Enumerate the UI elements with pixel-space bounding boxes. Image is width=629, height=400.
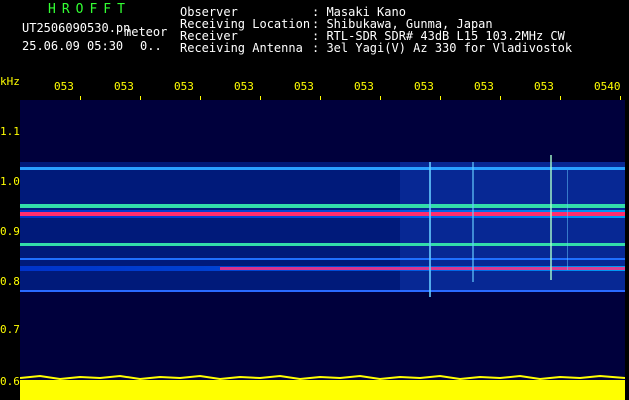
carrier-line-strong	[220, 267, 625, 270]
x-tick-label: 053	[414, 80, 434, 93]
meteor-streak	[550, 155, 552, 280]
x-tick-label: 053	[294, 80, 314, 93]
antenna-label: Receiving Antenna	[180, 41, 303, 55]
meteor-streak	[429, 162, 431, 297]
y-tick-label: 0.9	[0, 225, 20, 238]
filename-label: UT2506090530.pn	[22, 21, 131, 35]
x-tick-label: 053	[474, 80, 494, 93]
y-tick-label: 1.0	[0, 175, 20, 188]
antenna-value: : 3el Yagi(V) Az 330 for Vladivostok	[312, 41, 573, 55]
datetime-label: 25.06.09 05:30	[22, 39, 124, 53]
carrier-line	[20, 290, 625, 292]
spectrogram-canvas	[20, 155, 625, 400]
carrier-line-strong	[20, 212, 625, 216]
x-tick-label: 053	[174, 80, 194, 93]
meteor-streak	[472, 162, 474, 282]
y-tick-label: 0.8	[0, 275, 20, 288]
y-unit-label: kHz	[0, 75, 20, 88]
x-tick-label: 053	[234, 80, 254, 93]
y-tick-label: 1.1	[0, 125, 20, 138]
amplitude-trace	[20, 374, 625, 381]
noise-region-strong	[400, 162, 625, 292]
y-tick-label: 0.7	[0, 323, 20, 336]
y-tick-label: 0.6	[0, 375, 20, 388]
carrier-line	[20, 243, 625, 246]
x-tick-label: 053	[534, 80, 554, 93]
program-title: HROFFT	[48, 2, 131, 17]
carrier-line	[20, 204, 625, 208]
x-tick-label: 053	[114, 80, 134, 93]
count-label: 0..	[140, 39, 162, 53]
amplitude-bar	[20, 380, 625, 400]
carrier-line	[20, 167, 625, 170]
meteor-streak	[567, 170, 568, 270]
x-tick-label: 053	[54, 80, 74, 93]
carrier-line	[20, 258, 625, 260]
x-tick-label: 053	[354, 80, 374, 93]
spectrogram-plot	[20, 100, 625, 400]
spectrogram-window: HROFFT UT2506090530.pn meteor 25.06.09 0…	[0, 0, 629, 400]
meteor-label: meteor	[124, 25, 168, 39]
x-tick-label: 0540	[594, 80, 621, 93]
